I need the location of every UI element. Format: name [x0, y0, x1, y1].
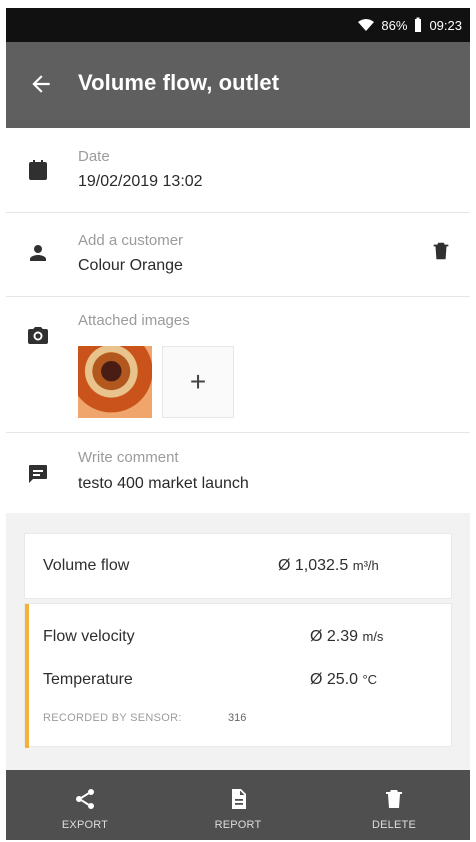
- phone-screen: 86% 09:23 Volume flow, outlet Date 19/02…: [6, 8, 470, 840]
- flow-velocity-value: Ø 2.39 m/s: [310, 628, 383, 646]
- back-arrow-icon[interactable]: [28, 71, 54, 97]
- flow-velocity-unit: m/s: [362, 629, 384, 644]
- export-button[interactable]: EXPORT: [35, 770, 135, 840]
- images-row: Attached images: [6, 296, 470, 433]
- calendar-icon: [29, 160, 47, 180]
- report-icon: [232, 789, 246, 809]
- temperature-value: Ø 25.0 °C: [310, 671, 377, 689]
- report-button[interactable]: REPORT: [188, 770, 288, 840]
- delete-button[interactable]: DELETE: [344, 770, 444, 840]
- bottom-action-bar: EXPORT REPORT DELETE: [6, 770, 470, 840]
- flow-velocity-number: Ø 2.39: [310, 628, 359, 645]
- volume-flow-card: Volume flow Ø 1,032.5 m³/h: [24, 533, 452, 599]
- comment-value: testo 400 market launch: [78, 475, 249, 492]
- share-icon: [76, 789, 94, 809]
- recorded-by-sensor-label: RECORDED BY SENSOR:: [43, 712, 182, 724]
- temperature-number: Ø 25.0: [310, 671, 359, 688]
- volume-flow-unit: m³/h: [352, 558, 379, 573]
- wifi-icon: [358, 19, 375, 31]
- status-time: 09:23: [429, 17, 462, 33]
- volume-flow-number: Ø 1,032.5: [278, 557, 349, 574]
- images-label: Attached images: [78, 312, 190, 329]
- measurement-details-form: Date 19/02/2019 13:02 Add a customer Col…: [6, 128, 470, 513]
- camera-icon: [28, 327, 48, 344]
- attached-image-thumbnail[interactable]: [78, 346, 152, 418]
- status-bar: 86% 09:23: [6, 8, 470, 42]
- customer-row[interactable]: Add a customer Colour Orange: [6, 212, 470, 297]
- customer-label: Add a customer: [78, 232, 184, 249]
- person-icon: [30, 245, 46, 261]
- comment-icon: [29, 465, 47, 483]
- report-label: REPORT: [214, 819, 262, 831]
- volume-flow-value: Ø 1,032.5 m³/h: [278, 557, 379, 575]
- comment-row[interactable]: Write comment testo 400 market launch: [6, 432, 470, 513]
- app-bar: Volume flow, outlet: [6, 42, 470, 128]
- date-row[interactable]: Date 19/02/2019 13:02: [6, 128, 470, 213]
- flow-velocity-label: Flow velocity: [43, 628, 135, 645]
- temperature-label: Temperature: [43, 671, 133, 688]
- battery-icon: [415, 17, 422, 32]
- sensor-id: 316: [228, 712, 247, 724]
- date-value: 19/02/2019 13:02: [78, 173, 203, 190]
- page-title: Volume flow, outlet: [78, 70, 280, 95]
- add-image-button[interactable]: +: [162, 346, 234, 418]
- export-label: EXPORT: [61, 819, 109, 831]
- battery-percent: 86%: [381, 17, 408, 33]
- comment-label: Write comment: [78, 449, 179, 466]
- date-label: Date: [78, 148, 110, 165]
- delete-icon: [386, 790, 402, 808]
- trash-icon[interactable]: [430, 239, 452, 263]
- sensor-values-card: Flow velocity Ø 2.39 m/s Temperature Ø 2…: [24, 603, 452, 748]
- volume-flow-label: Volume flow: [43, 557, 130, 574]
- accent-bar: [25, 604, 29, 748]
- measurement-results: Volume flow Ø 1,032.5 m³/h Flow velocity…: [6, 513, 470, 770]
- customer-value: Colour Orange: [78, 257, 183, 274]
- delete-label: DELETE: [372, 819, 416, 831]
- temperature-unit: °C: [362, 672, 378, 687]
